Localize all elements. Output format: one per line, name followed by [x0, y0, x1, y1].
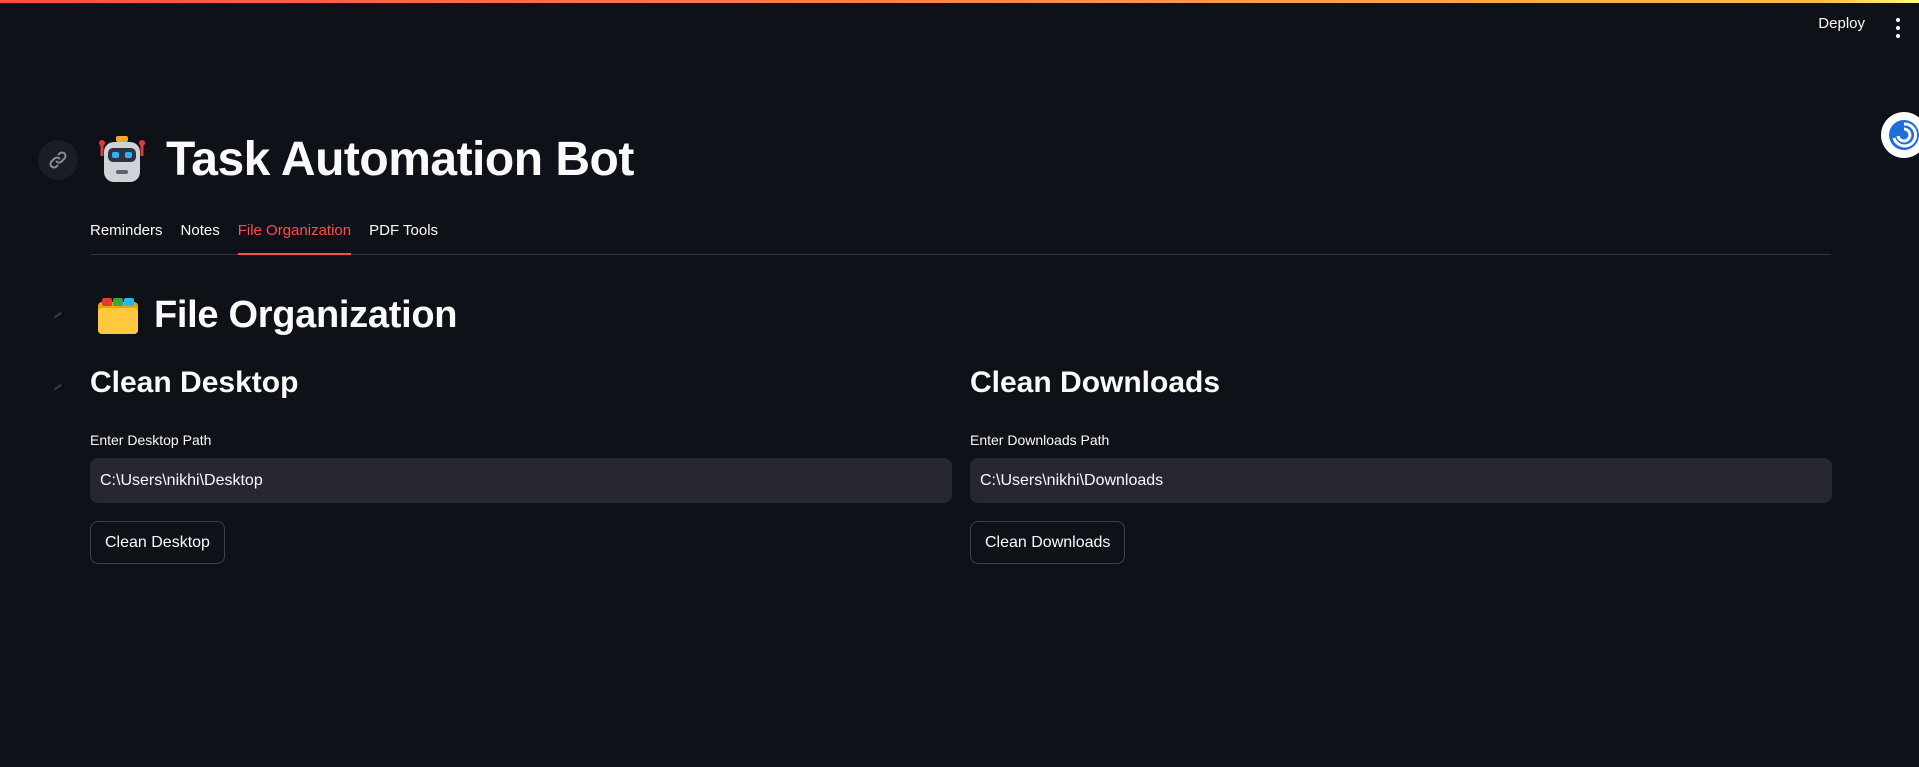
- desktop-path-input[interactable]: [90, 458, 952, 503]
- page-title-row: Task Automation Bot: [96, 132, 634, 187]
- deploy-button[interactable]: Deploy: [1818, 15, 1865, 32]
- tab-reminders[interactable]: Reminders: [90, 214, 163, 255]
- card-index-dividers-icon: [98, 297, 138, 334]
- clean-desktop-heading: Clean Desktop: [90, 366, 299, 399]
- app-header: Deploy: [0, 3, 1919, 51]
- tab-file-organization[interactable]: File Organization: [237, 214, 352, 255]
- more-vertical-icon[interactable]: [1895, 18, 1901, 38]
- downloads-path-input[interactable]: [970, 458, 1832, 503]
- clean-downloads-button[interactable]: Clean Downloads: [970, 521, 1126, 564]
- tab-bar: Reminders Notes File Organization PDF To…: [90, 214, 1831, 255]
- section-title: File Organization: [154, 294, 458, 336]
- page-title: Task Automation Bot: [166, 133, 634, 186]
- robot-icon: [99, 135, 145, 182]
- tab-pdf-tools[interactable]: PDF Tools: [369, 214, 438, 255]
- section-title-row: File Organization: [96, 294, 457, 337]
- assistant-badge-icon[interactable]: [1881, 112, 1919, 158]
- section-anchor-mark: [54, 311, 62, 319]
- clean-desktop-column: Clean Desktop Enter Desktop Path Clean D…: [90, 366, 952, 564]
- clean-downloads-column: Clean Downloads Enter Downloads Path Cle…: [970, 366, 1832, 564]
- heading-anchor-mark: [54, 383, 62, 391]
- tab-notes[interactable]: Notes: [181, 214, 220, 255]
- clean-desktop-button[interactable]: Clean Desktop: [90, 521, 225, 564]
- desktop-path-label: Enter Desktop Path: [90, 432, 212, 448]
- clean-downloads-heading: Clean Downloads: [970, 366, 1221, 399]
- downloads-path-label: Enter Downloads Path: [970, 432, 1110, 448]
- link-icon[interactable]: [38, 140, 78, 180]
